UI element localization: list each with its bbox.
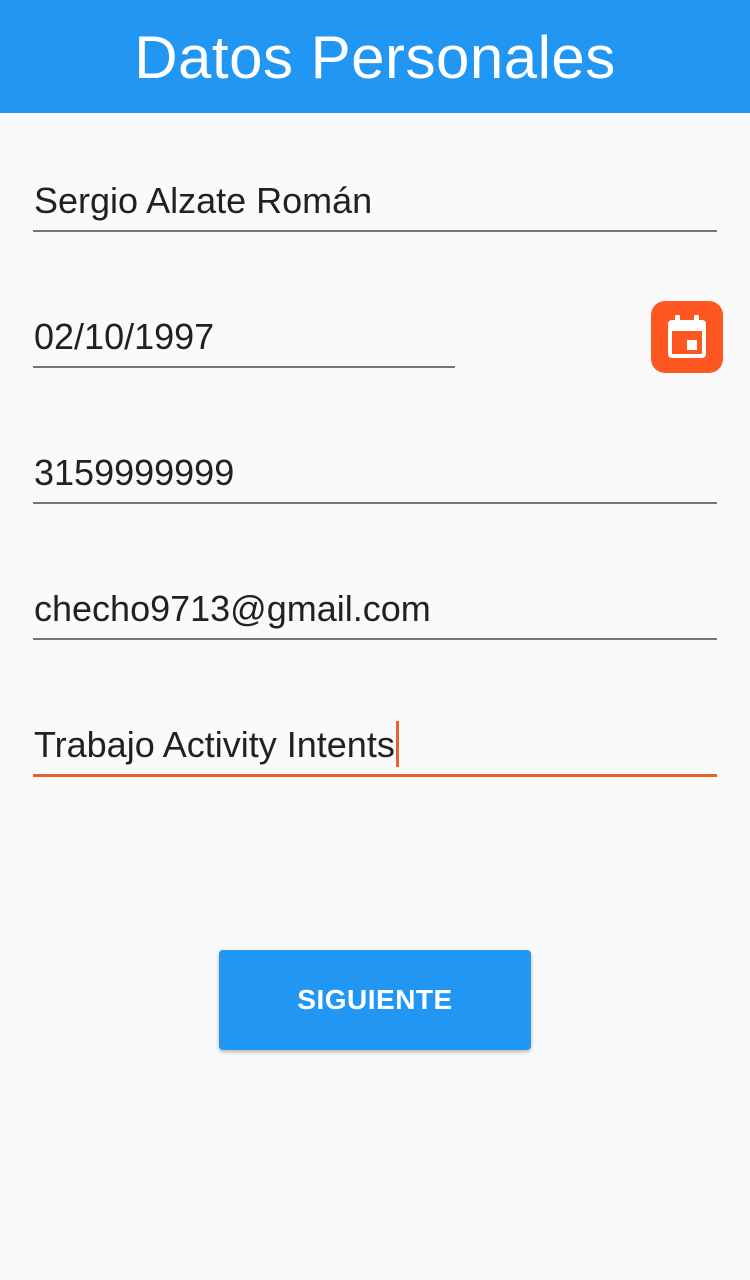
app-screen: Datos Personales Sergio Alzate Román 02/… <box>0 0 750 1280</box>
calendar-icon <box>668 315 706 358</box>
email-field-value: checho9713@gmail.com <box>34 588 431 629</box>
next-button[interactable]: SIGUIENTE <box>219 950 531 1050</box>
birthdate-field-value: 02/10/1997 <box>34 316 215 357</box>
birthdate-field[interactable]: 02/10/1997 <box>33 308 455 368</box>
notes-field-value: Trabajo Activity Intents <box>34 724 395 765</box>
phone-field[interactable]: 3159999999 <box>33 444 717 504</box>
name-field[interactable]: Sergio Alzate Román <box>33 172 717 232</box>
name-field-value: Sergio Alzate Román <box>34 180 373 221</box>
date-picker-button[interactable] <box>651 301 723 373</box>
page-title: Datos Personales <box>134 24 616 91</box>
text-cursor <box>395 721 399 767</box>
notes-field[interactable]: Trabajo Activity Intents <box>33 717 717 777</box>
phone-field-value: 3159999999 <box>34 452 235 493</box>
app-bar: Datos Personales <box>0 0 750 113</box>
email-field[interactable]: checho9713@gmail.com <box>33 580 717 640</box>
notes-field-value-wrapper: Trabajo Activity Intents <box>34 721 399 767</box>
